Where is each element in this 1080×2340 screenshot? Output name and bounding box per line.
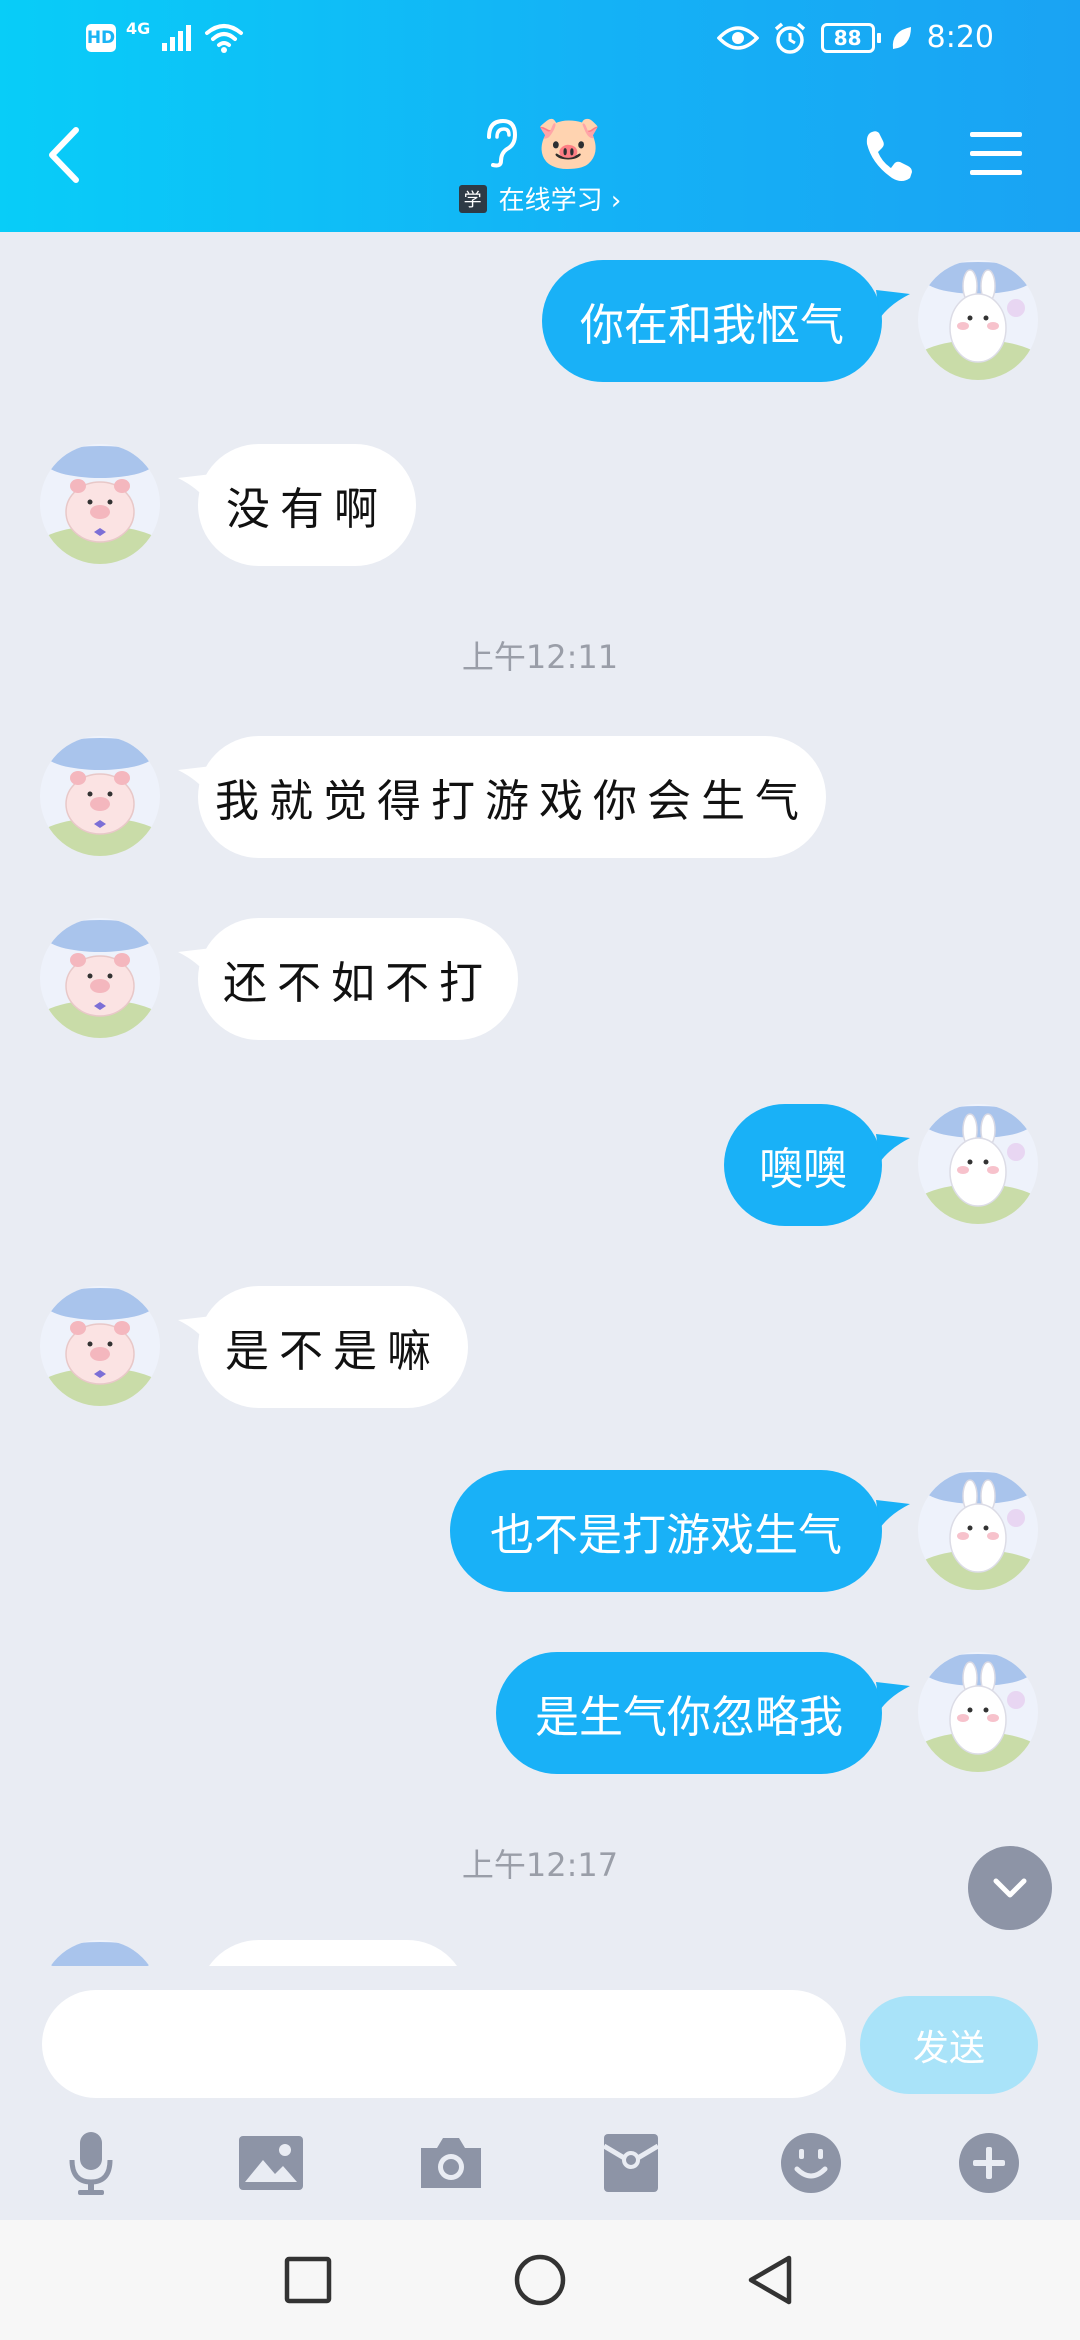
contact-title[interactable]: 🐷 学 在线学习 › bbox=[0, 112, 1080, 217]
message-bubble-outgoing[interactable]: 噢噢 bbox=[724, 1104, 882, 1226]
bubble-tail bbox=[876, 1682, 910, 1710]
voice-message-button[interactable] bbox=[56, 2128, 126, 2198]
microphone-icon bbox=[69, 2132, 113, 2195]
triangle-back-icon bbox=[748, 2255, 792, 2305]
gallery-button[interactable] bbox=[236, 2128, 306, 2198]
message-text: 是不是嘛 bbox=[225, 1326, 441, 1377]
signal-icon bbox=[162, 25, 192, 51]
status-bar: HD 4G 88 8:20 bbox=[0, 0, 1080, 80]
hamburger-menu-icon bbox=[970, 132, 1022, 175]
pig-avatar-icon bbox=[40, 1286, 160, 1406]
plus-icon bbox=[959, 2133, 1019, 2193]
bubble-tail bbox=[876, 1134, 910, 1162]
contact-avatar[interactable] bbox=[40, 918, 160, 1038]
online-status-text: 在线学习 › bbox=[498, 186, 622, 216]
pig-avatar-icon bbox=[40, 736, 160, 856]
online-status: 学 在线学习 › bbox=[0, 180, 1080, 217]
camera-icon bbox=[421, 2138, 481, 2188]
pig-avatar-icon bbox=[40, 918, 160, 1038]
pig-avatar-icon bbox=[40, 1940, 160, 1966]
timestamp: 上午12:11 bbox=[461, 638, 619, 676]
contact-name-emoji: 🐷 bbox=[536, 113, 602, 173]
message-bubble-incoming[interactable] bbox=[198, 1940, 468, 1966]
message-text: 还不如不打 bbox=[223, 958, 493, 1009]
bunny-avatar-icon bbox=[918, 1652, 1038, 1772]
image-icon bbox=[239, 2136, 303, 2190]
clock: 8:20 bbox=[926, 20, 994, 55]
leaf-icon bbox=[892, 26, 911, 49]
message-text: 噢噢 bbox=[759, 1144, 847, 1195]
chevron-down-icon bbox=[993, 1878, 1027, 1898]
wifi-icon bbox=[205, 24, 244, 53]
message-input[interactable] bbox=[42, 1990, 846, 2098]
timestamp: 上午12:17 bbox=[461, 1846, 619, 1884]
my-avatar[interactable] bbox=[918, 1470, 1038, 1590]
my-avatar[interactable] bbox=[918, 1104, 1038, 1224]
message-text: 你在和我怄气 bbox=[580, 300, 844, 351]
phone-icon bbox=[866, 131, 912, 181]
bubble-tail bbox=[876, 1500, 910, 1528]
bunny-avatar-icon bbox=[918, 1104, 1038, 1224]
circle-icon bbox=[514, 2254, 566, 2306]
contact-avatar[interactable] bbox=[40, 444, 160, 564]
contact-avatar[interactable] bbox=[40, 1286, 160, 1406]
message-bubble-outgoing[interactable]: 是生气你忽略我 bbox=[496, 1652, 882, 1774]
bubble-tail bbox=[876, 290, 910, 318]
red-packet-button[interactable] bbox=[596, 2128, 666, 2198]
bunny-avatar-icon bbox=[918, 260, 1038, 380]
more-button[interactable] bbox=[954, 2128, 1024, 2198]
alarm-icon bbox=[774, 22, 805, 54]
emoji-icon bbox=[781, 2133, 841, 2193]
hd-badge: HD bbox=[86, 24, 116, 52]
my-avatar[interactable] bbox=[918, 260, 1038, 380]
message-list[interactable]: 你在和我怄气 没有啊 上午12:11 我就觉得打游戏你会生气 还不如不打 噢噢 … bbox=[0, 232, 1080, 1966]
square-icon bbox=[284, 2256, 332, 2304]
system-back-button[interactable] bbox=[738, 2248, 802, 2312]
eye-icon bbox=[716, 25, 759, 50]
system-navigation-bar bbox=[0, 2220, 1080, 2340]
composer: 发送 bbox=[0, 1966, 1080, 2220]
battery-indicator: 88 bbox=[820, 22, 881, 53]
message-bubble-outgoing[interactable]: 也不是打游戏生气 bbox=[450, 1470, 882, 1592]
message-bubble-outgoing[interactable]: 你在和我怄气 bbox=[542, 260, 882, 382]
emoji-button[interactable] bbox=[776, 2128, 846, 2198]
chat-header: HD 4G 88 8:20 🐷 学 在线学习 › bbox=[0, 0, 1080, 232]
message-text: 没有啊 bbox=[226, 484, 388, 535]
message-bubble-incoming[interactable]: 没有啊 bbox=[198, 444, 416, 566]
message-text: 是生气你忽略我 bbox=[535, 1692, 843, 1743]
message-text: 我就觉得打游戏你会生气 bbox=[215, 776, 809, 827]
message-text: 也不是打游戏生气 bbox=[490, 1510, 842, 1561]
message-bubble-incoming[interactable]: 是不是嘛 bbox=[198, 1286, 468, 1408]
my-avatar[interactable] bbox=[918, 1652, 1038, 1772]
camera-button[interactable] bbox=[416, 2128, 486, 2198]
contact-avatar[interactable] bbox=[40, 1940, 160, 1966]
study-icon: 学 bbox=[458, 184, 487, 213]
message-bubble-incoming[interactable]: 我就觉得打游戏你会生气 bbox=[198, 736, 826, 858]
contact-avatar[interactable] bbox=[40, 736, 160, 856]
red-packet-icon bbox=[602, 2134, 660, 2192]
ear-icon bbox=[486, 118, 517, 168]
network-type: 4G bbox=[126, 18, 151, 38]
pig-avatar-icon bbox=[40, 444, 160, 564]
home-button[interactable] bbox=[508, 2248, 572, 2312]
message-bubble-incoming[interactable]: 还不如不打 bbox=[198, 918, 518, 1040]
send-button[interactable]: 发送 bbox=[860, 1996, 1038, 2094]
voice-call-button[interactable] bbox=[862, 126, 918, 186]
menu-button[interactable] bbox=[968, 128, 1024, 180]
recents-button[interactable] bbox=[276, 2248, 340, 2312]
scroll-to-bottom-button[interactable] bbox=[968, 1846, 1052, 1930]
bunny-avatar-icon bbox=[918, 1470, 1038, 1590]
